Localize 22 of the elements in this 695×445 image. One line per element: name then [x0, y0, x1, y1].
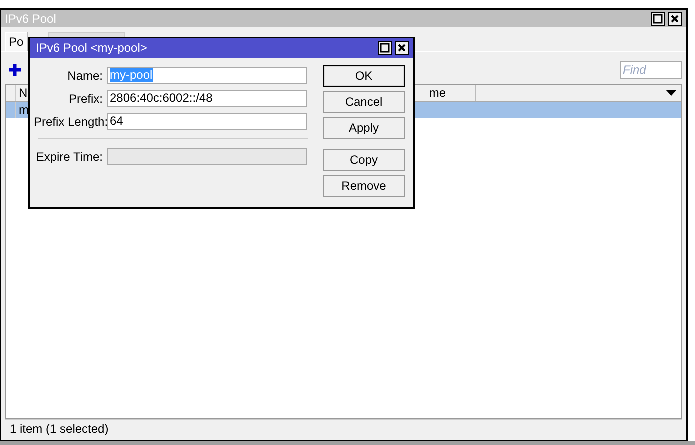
- status-text: 1 item (1 selected): [10, 422, 109, 436]
- maximize-icon[interactable]: [651, 12, 665, 26]
- input-field[interactable]: 2806:40c:6002::/48: [107, 90, 307, 107]
- window-title: IPv6 Pool: [5, 12, 56, 26]
- close-icon[interactable]: [668, 12, 682, 26]
- dropdown-arrow-icon[interactable]: [666, 90, 677, 96]
- tab[interactable]: Po: [5, 32, 28, 51]
- field-label: Expire Time:: [35, 150, 103, 164]
- dialog-button[interactable]: Apply: [323, 117, 405, 139]
- search-field[interactable]: Find: [620, 61, 682, 79]
- add-icon[interactable]: [9, 64, 21, 76]
- field-label: Prefix:: [68, 92, 103, 106]
- dialog-button[interactable]: OK: [323, 65, 405, 87]
- maximize-icon[interactable]: [378, 41, 392, 55]
- table-cell-text: m: [18, 102, 29, 118]
- dialog-title: IPv6 Pool <my-pool>: [36, 41, 148, 55]
- dialog-button[interactable]: Cancel: [323, 91, 405, 113]
- close-icon[interactable]: [395, 41, 409, 55]
- input-field[interactable]: 64: [107, 113, 307, 130]
- dialog-button[interactable]: Remove: [323, 175, 405, 197]
- field-label: Name:: [66, 68, 103, 82]
- dialog-button[interactable]: Copy: [323, 149, 405, 171]
